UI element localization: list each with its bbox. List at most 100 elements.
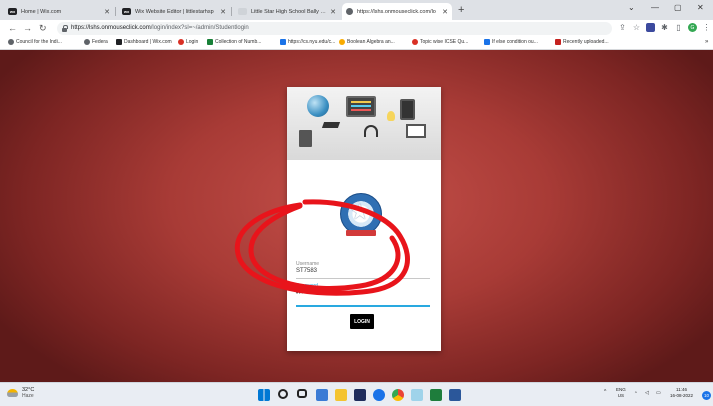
- headphones-icon: [364, 125, 378, 137]
- globe-icon: [346, 8, 353, 15]
- start-windows-icon[interactable]: [258, 389, 270, 401]
- chat-icon[interactable]: [297, 389, 307, 398]
- bookmark-icon: [280, 39, 286, 45]
- bookmark-icon: [339, 39, 345, 45]
- bookmark-item[interactable]: If else condition ou...: [484, 39, 538, 45]
- lock-icon[interactable]: [62, 25, 68, 32]
- wifi-icon[interactable]: ◔: [634, 390, 637, 396]
- bookmark-label: Dashboard | Wix.com: [124, 39, 172, 45]
- bookmark-icon: [84, 39, 90, 45]
- page-icon: [238, 8, 247, 15]
- logo-ribbon: [346, 230, 376, 236]
- weather-widget[interactable]: 32°C Haze: [7, 387, 34, 399]
- tab-label: https://lshs.onmouseclick.com/lo: [357, 8, 436, 15]
- username-input[interactable]: ST7583: [296, 268, 317, 274]
- bookmark-label: Collection of Numb...: [215, 39, 262, 45]
- store-icon[interactable]: [354, 389, 366, 401]
- clock[interactable]: 11:46 16-08-2022: [670, 387, 693, 399]
- excel-icon[interactable]: [430, 389, 442, 401]
- tab-little-star[interactable]: Little Star High School Bally | ICSE ✕: [234, 3, 340, 20]
- login-card: ★ Username ST7583 Password •••••• LOGIN: [287, 87, 441, 351]
- region-code: US: [617, 393, 625, 398]
- wix-icon: wx: [8, 8, 17, 15]
- clock-time: 11:46: [676, 387, 687, 392]
- login-button[interactable]: LOGIN: [350, 314, 374, 329]
- taskbar: 32°C Haze ^ ENG US ◔ ◁ ▭ 11:46 16-08-202…: [0, 382, 713, 406]
- bookmark-label: Recently uploaded...: [563, 39, 609, 45]
- tab-home-wix[interactable]: wx Home | Wix.com ✕: [4, 3, 114, 20]
- tab-lshs-login[interactable]: https://lshs.onmouseclick.com/lo ✕: [342, 3, 452, 20]
- close-icon[interactable]: ✕: [220, 8, 226, 16]
- password-input[interactable]: ••••••: [296, 291, 312, 297]
- search-icon[interactable]: [278, 389, 288, 399]
- bookmarks-bar: Council for the Indi... Federa Dashboard…: [0, 37, 713, 50]
- bookmark-item[interactable]: Boolean Algebra an...: [339, 39, 395, 45]
- close-icon[interactable]: ✕: [330, 8, 336, 16]
- volume-icon[interactable]: ◁: [645, 390, 649, 396]
- edge-icon[interactable]: [373, 389, 385, 401]
- bookmark-label: If else condition ou...: [492, 39, 538, 45]
- page-viewport: ★ Username ST7583 Password •••••• LOGIN: [0, 50, 713, 382]
- tab-search-icon[interactable]: ⌄: [628, 3, 635, 12]
- language-indicator[interactable]: ENG US: [616, 387, 626, 399]
- minimize-button[interactable]: —: [651, 3, 659, 12]
- reload-icon[interactable]: ↻: [39, 23, 47, 34]
- back-icon[interactable]: ←: [8, 23, 17, 33]
- lightbulb-icon: [387, 111, 395, 121]
- url-path: /login/index?sl=~/admin/Studentlogin: [150, 25, 249, 31]
- bookmark-item[interactable]: Council for the Indi...: [8, 39, 62, 45]
- new-tab-button[interactable]: +: [458, 4, 464, 16]
- menu-icon[interactable]: ⋮: [702, 23, 711, 32]
- photos-icon[interactable]: [411, 389, 423, 401]
- url-domain: https://lshs.onmouseclick.com: [71, 25, 151, 31]
- extension-icon[interactable]: [646, 23, 655, 32]
- puzzle-icon[interactable]: ✱: [660, 23, 669, 32]
- tab-label: Little Star High School Bally | ICSE: [251, 8, 326, 15]
- tab-strip: wx Home | Wix.com ✕ wx Wix Website Edito…: [0, 0, 713, 20]
- star-icon[interactable]: ☆: [632, 23, 641, 32]
- bookmark-item[interactable]: Login: [178, 39, 198, 45]
- battery-icon[interactable]: ▭: [656, 390, 661, 396]
- profile-avatar[interactable]: G: [688, 23, 697, 32]
- bookmark-icon: [8, 39, 14, 45]
- bookmark-item[interactable]: Federa: [84, 39, 108, 45]
- weather-haze-icon: [7, 389, 18, 397]
- address-bar[interactable]: https://lshs.onmouseclick.com/login/inde…: [57, 22, 612, 35]
- username-underline: [296, 278, 430, 279]
- close-icon[interactable]: ✕: [104, 8, 110, 16]
- tab-separator: [115, 7, 116, 16]
- bookmark-icon: [116, 39, 122, 45]
- bookmarks-overflow-icon[interactable]: »: [705, 39, 708, 45]
- teams-icon[interactable]: [316, 389, 328, 401]
- navigation-bar: ← → ↻ https://lshs.onmouseclick.com/logi…: [0, 20, 713, 37]
- bookmark-icon: [207, 39, 213, 45]
- bookmark-item[interactable]: Topic wise ICSE Qu...: [412, 39, 468, 45]
- notification-badge[interactable]: 10: [702, 391, 711, 400]
- bookmark-item[interactable]: Dashboard | Wix.com: [116, 39, 172, 45]
- share-icon[interactable]: ⇪: [618, 23, 627, 32]
- bookmark-icon: [178, 39, 184, 45]
- tablet-icon: [400, 99, 415, 120]
- username-label: Username: [296, 261, 320, 267]
- file-explorer-icon[interactable]: [335, 389, 347, 401]
- wix-icon: wx: [122, 8, 131, 15]
- tab-wix-editor[interactable]: wx Wix Website Editor | littlestarhsp ✕: [118, 3, 230, 20]
- bookmark-item[interactable]: https://cs.nyu.edu/c...: [280, 39, 335, 45]
- calculator-icon: [299, 130, 312, 147]
- sidebar-icon[interactable]: ▯: [674, 23, 683, 32]
- language-code: ENG: [616, 387, 626, 392]
- show-hidden-icons[interactable]: ^: [604, 389, 606, 395]
- bookmark-icon: [412, 39, 418, 45]
- bookmark-label: https://cs.nyu.edu/c...: [288, 39, 336, 45]
- weather-condition: Haze: [22, 393, 34, 399]
- bookmark-item[interactable]: Collection of Numb...: [207, 39, 261, 45]
- maximize-button[interactable]: ▢: [674, 3, 682, 12]
- star-emblem-icon: ★: [350, 199, 370, 224]
- word-icon[interactable]: [449, 389, 461, 401]
- forward-icon[interactable]: →: [23, 23, 32, 33]
- close-icon[interactable]: ✕: [442, 8, 448, 16]
- bookmark-item[interactable]: Recently uploaded...: [555, 39, 609, 45]
- bookmark-label: Federa: [92, 39, 108, 45]
- chrome-icon[interactable]: [392, 389, 404, 401]
- close-window-button[interactable]: ✕: [697, 3, 704, 12]
